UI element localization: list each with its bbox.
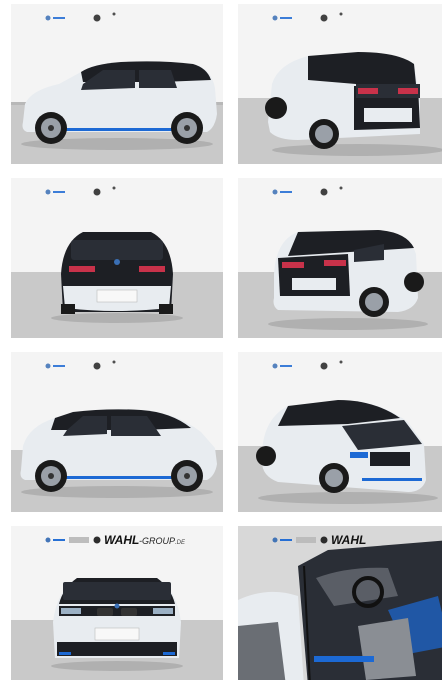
dealer-tld: .DE (175, 540, 186, 546)
dealer-suffix: -GROUP (139, 536, 175, 546)
car-photo-rear-left-three-quarter[interactable] (238, 4, 442, 164)
dealer-name: WAHL (104, 533, 139, 547)
car-photo-rear[interactable] (11, 178, 223, 338)
car-photo-side-left-2[interactable] (11, 352, 223, 512)
car-photo-rear-right-three-quarter[interactable] (238, 178, 442, 338)
photo-gallery-grid: WAHL -GROUP .DE WAHL (0, 0, 442, 680)
dealer-name-2: WAHL (331, 533, 366, 547)
car-photo-front[interactable]: WAHL -GROUP .DE (11, 526, 223, 680)
car-photo-side-left[interactable] (11, 4, 223, 164)
car-photo-front-right-three-quarter[interactable] (238, 352, 442, 512)
car-photo-interior-driver-door[interactable]: WAHL (238, 526, 442, 680)
